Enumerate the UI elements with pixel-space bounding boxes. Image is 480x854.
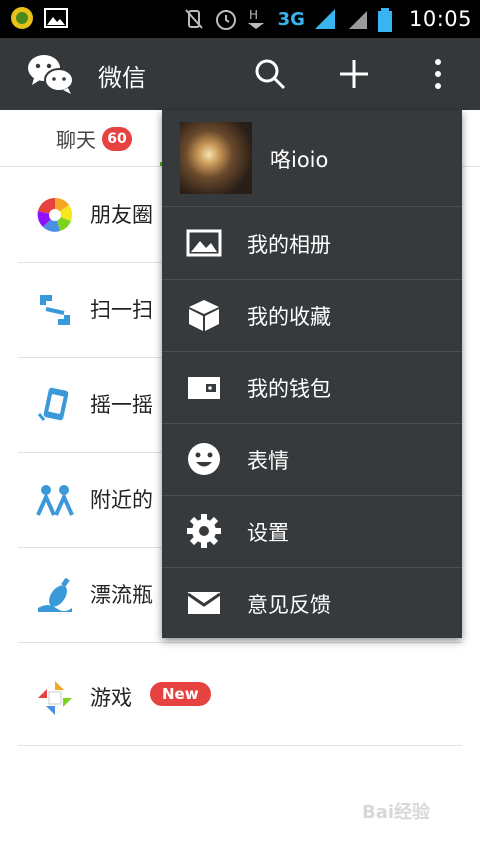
drift-bottle-icon xyxy=(36,576,74,614)
menu-item-label: 意见反馈 xyxy=(247,593,331,617)
vibrate-off-icon xyxy=(182,7,206,31)
unread-badge: 60 xyxy=(102,126,132,151)
add-button[interactable] xyxy=(336,56,372,92)
app-title: 微信 xyxy=(98,64,146,92)
menu-item-label: 表情 xyxy=(247,449,289,473)
album-icon xyxy=(186,225,222,261)
avatar xyxy=(180,122,252,194)
menu-item-wallet[interactable]: 我的钱包 xyxy=(162,351,462,424)
list-item-label: 游戏 xyxy=(90,686,132,710)
list-item-label: 漂流瓶 xyxy=(90,583,153,607)
list-item-games[interactable]: 游戏 New xyxy=(18,651,462,746)
shake-icon xyxy=(36,386,74,424)
sim-signal-icon xyxy=(345,7,369,31)
image-notification-icon xyxy=(44,6,68,30)
wallet-icon xyxy=(186,369,222,405)
new-badge: New xyxy=(150,682,211,706)
menu-item-label: 设置 xyxy=(247,521,289,545)
menu-item-label: 我的钱包 xyxy=(247,377,331,401)
menu-item-label: 我的相册 xyxy=(247,233,331,257)
search-icon xyxy=(252,59,288,96)
list-item-label: 附近的 xyxy=(90,488,153,512)
mail-icon xyxy=(186,585,222,621)
overflow-menu: 咯ioio 我的相册 我的收藏 我的钱包 表情 设置 意见反馈 xyxy=(162,110,462,638)
menu-item-emoji[interactable]: 表情 xyxy=(162,423,462,496)
watermark: Bai经验 xyxy=(362,802,431,823)
menu-item-settings[interactable]: 设置 xyxy=(162,495,462,568)
h-network-icon: H xyxy=(246,7,270,31)
moments-icon xyxy=(36,196,74,234)
wechat-logo-icon xyxy=(26,52,76,96)
menu-profile[interactable]: 咯ioio xyxy=(162,110,462,207)
menu-item-feedback[interactable]: 意见反馈 xyxy=(162,567,462,639)
overflow-menu-icon xyxy=(420,59,456,96)
profile-name: 咯ioio xyxy=(270,148,329,172)
battery-icon xyxy=(377,7,401,32)
svg-text:H: H xyxy=(249,8,258,22)
plus-icon xyxy=(336,60,372,96)
notification-app-icon xyxy=(10,6,34,30)
menu-item-label: 我的收藏 xyxy=(247,305,331,329)
menu-item-album[interactable]: 我的相册 xyxy=(162,207,462,280)
favorites-icon xyxy=(186,297,222,333)
alarm-icon xyxy=(214,7,238,31)
signal-icon xyxy=(313,7,337,31)
list-item-label: 朋友圈 xyxy=(90,203,153,227)
emoji-icon xyxy=(186,441,222,477)
gear-icon xyxy=(186,513,222,549)
more-button[interactable] xyxy=(420,56,456,92)
people-nearby-icon xyxy=(36,481,74,519)
app-bar: 微信 xyxy=(0,38,480,110)
tab-chats[interactable]: 聊天 60 xyxy=(56,124,132,153)
network-type: 3G xyxy=(277,8,305,30)
scan-icon xyxy=(36,291,74,329)
search-button[interactable] xyxy=(252,56,288,92)
tab-chats-label: 聊天 xyxy=(56,128,96,152)
games-icon xyxy=(36,679,74,717)
menu-item-favorites[interactable]: 我的收藏 xyxy=(162,279,462,352)
list-item-label: 摇一摇 xyxy=(90,393,153,417)
status-bar: H 3G 10:05 xyxy=(0,0,480,38)
clock: 10:05 xyxy=(408,7,472,31)
list-item-label: 扫一扫 xyxy=(90,298,153,322)
